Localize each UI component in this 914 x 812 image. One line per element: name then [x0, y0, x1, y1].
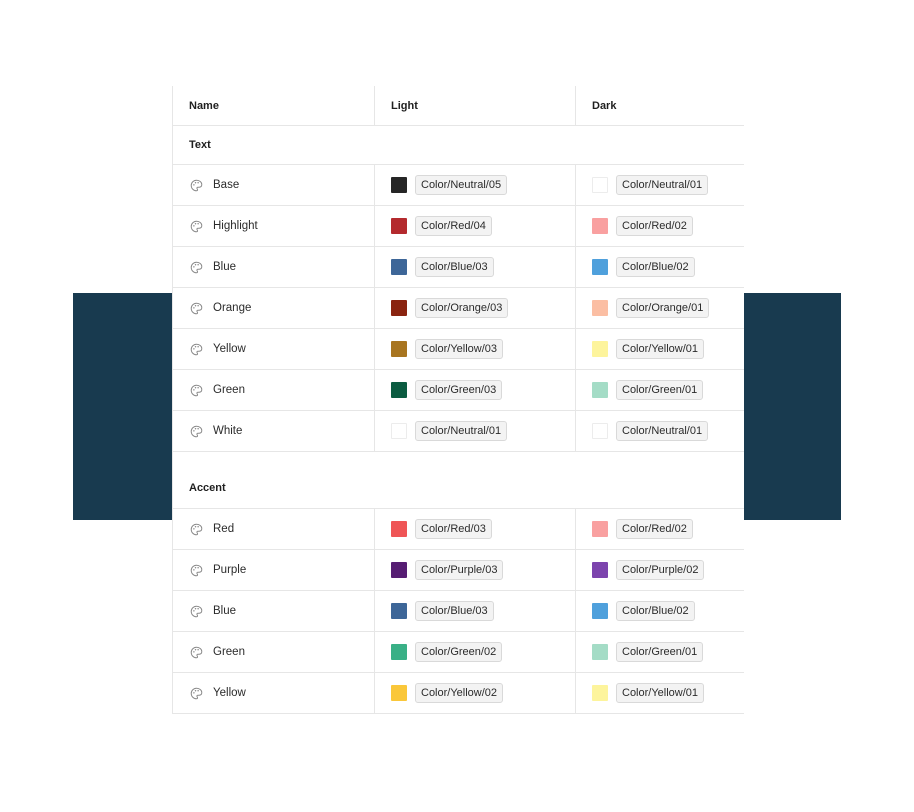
light-swatch[interactable]: [391, 177, 407, 193]
light-swatch[interactable]: [391, 259, 407, 275]
light-token-chip[interactable]: Color/Green/03: [415, 380, 503, 400]
palette-icon: [189, 522, 203, 536]
dark-token-chip[interactable]: Color/Neutral/01: [616, 175, 709, 195]
color-name: White: [213, 425, 243, 437]
dark-token-chip[interactable]: Color/Green/01: [616, 642, 704, 662]
table-row[interactable]: Red Color/Red/03 Color/Red/02: [173, 509, 744, 550]
palette-icon: [189, 178, 203, 192]
light-swatch[interactable]: [391, 300, 407, 316]
light-swatch[interactable]: [391, 341, 407, 357]
palette-icon: [189, 686, 203, 700]
header-light: Light: [391, 99, 418, 112]
palette-icon: [189, 604, 203, 618]
dark-token-chip[interactable]: Color/Green/01: [616, 380, 704, 400]
color-name: Red: [213, 523, 235, 535]
color-name: Green: [213, 384, 245, 396]
dark-swatch[interactable]: [592, 562, 608, 578]
palette-icon: [189, 383, 203, 397]
palette-icon: [189, 301, 203, 315]
page: Name Light Dark Text Base Color/Neutral/05…: [0, 0, 914, 812]
table-row[interactable]: Blue Color/Blue/03 Color/Blue/02: [173, 247, 744, 288]
table-row[interactable]: White Color/Neutral/01 Color/Neutral/01: [173, 411, 744, 452]
color-token-table: Name Light Dark Text Base Color/Neutral/05…: [172, 86, 744, 714]
light-token-chip[interactable]: Color/Neutral/05: [415, 175, 508, 195]
color-name: Orange: [213, 302, 252, 314]
dark-token-chip[interactable]: Color/Yellow/01: [616, 339, 705, 359]
dark-swatch[interactable]: [592, 644, 608, 660]
color-name: Yellow: [213, 343, 246, 355]
header-name: Name: [189, 99, 219, 112]
light-token-chip[interactable]: Color/Blue/03: [415, 601, 494, 621]
light-token-chip[interactable]: Color/Yellow/03: [415, 339, 504, 359]
table-row[interactable]: Blue Color/Blue/03 Color/Blue/02: [173, 591, 744, 632]
light-token-chip[interactable]: Color/Neutral/01: [415, 421, 508, 441]
palette-icon: [189, 424, 203, 438]
light-token-chip[interactable]: Color/Green/02: [415, 642, 503, 662]
group-label: Accent: [189, 482, 226, 494]
light-swatch[interactable]: [391, 685, 407, 701]
light-swatch[interactable]: [391, 603, 407, 619]
group-header-text: Text: [173, 126, 744, 165]
light-token-chip[interactable]: Color/Red/04: [415, 216, 492, 236]
dark-token-chip[interactable]: Color/Purple/02: [616, 560, 705, 580]
dark-swatch[interactable]: [592, 218, 608, 234]
color-name: Green: [213, 646, 245, 658]
light-swatch[interactable]: [391, 562, 407, 578]
group-header-accent: Accent: [173, 452, 744, 509]
light-swatch[interactable]: [391, 382, 407, 398]
light-token-chip[interactable]: Color/Purple/03: [415, 560, 504, 580]
dark-swatch[interactable]: [592, 685, 608, 701]
group-label: Text: [189, 139, 211, 151]
color-name: Blue: [213, 261, 237, 273]
light-swatch[interactable]: [391, 423, 407, 439]
light-swatch[interactable]: [391, 521, 407, 537]
dark-swatch[interactable]: [592, 177, 608, 193]
dark-swatch[interactable]: [592, 382, 608, 398]
table-row[interactable]: Base Color/Neutral/05 Color/Neutral/01: [173, 165, 744, 206]
dark-token-chip[interactable]: Color/Red/02: [616, 216, 693, 236]
color-name: Base: [213, 179, 240, 191]
light-token-chip[interactable]: Color/Orange/03: [415, 298, 509, 318]
table-header: Name Light Dark: [173, 86, 744, 126]
table-row[interactable]: Highlight Color/Red/04 Color/Red/02: [173, 206, 744, 247]
dark-swatch[interactable]: [592, 423, 608, 439]
table-body: Text Base Color/Neutral/05 Color/Neutral/01…: [173, 126, 744, 714]
light-swatch[interactable]: [391, 218, 407, 234]
palette-icon: [189, 563, 203, 577]
dark-token-chip[interactable]: Color/Red/02: [616, 519, 693, 539]
light-token-chip[interactable]: Color/Blue/03: [415, 257, 494, 277]
dark-token-chip[interactable]: Color/Yellow/01: [616, 683, 705, 703]
light-token-chip[interactable]: Color/Red/03: [415, 519, 492, 539]
color-name: Purple: [213, 564, 247, 576]
color-name: Yellow: [213, 687, 246, 699]
color-name: Highlight: [213, 220, 258, 232]
palette-icon: [189, 260, 203, 274]
light-token-chip[interactable]: Color/Yellow/02: [415, 683, 504, 703]
table-row[interactable]: Purple Color/Purple/03 Color/Purple/02: [173, 550, 744, 591]
light-swatch[interactable]: [391, 644, 407, 660]
dark-token-chip[interactable]: Color/Blue/02: [616, 601, 695, 621]
palette-icon: [189, 342, 203, 356]
dark-swatch[interactable]: [592, 603, 608, 619]
dark-token-chip[interactable]: Color/Orange/01: [616, 298, 710, 318]
table-row[interactable]: Orange Color/Orange/03 Color/Orange/01: [173, 288, 744, 329]
palette-icon: [189, 645, 203, 659]
dark-token-chip[interactable]: Color/Blue/02: [616, 257, 695, 277]
dark-swatch[interactable]: [592, 300, 608, 316]
table-row[interactable]: Green Color/Green/02 Color/Green/01: [173, 632, 744, 673]
dark-swatch[interactable]: [592, 259, 608, 275]
dark-swatch[interactable]: [592, 341, 608, 357]
header-dark: Dark: [592, 99, 617, 112]
table-row[interactable]: Yellow Color/Yellow/02 Color/Yellow/01: [173, 673, 744, 714]
dark-token-chip[interactable]: Color/Neutral/01: [616, 421, 709, 441]
palette-icon: [189, 219, 203, 233]
dark-swatch[interactable]: [592, 521, 608, 537]
color-name: Blue: [213, 605, 237, 617]
table-row[interactable]: Yellow Color/Yellow/03 Color/Yellow/01: [173, 329, 744, 370]
table-row[interactable]: Green Color/Green/03 Color/Green/01: [173, 370, 744, 411]
